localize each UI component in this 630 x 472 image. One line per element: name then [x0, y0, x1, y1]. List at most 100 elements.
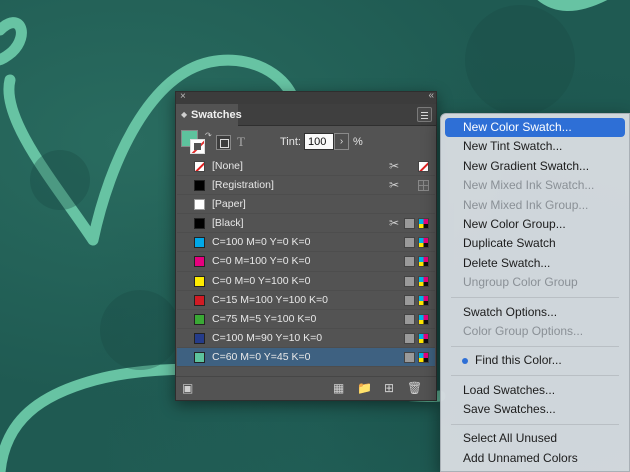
none-color-icon [418, 161, 429, 172]
menu-item-label: Save Swatches... [463, 402, 556, 417]
swatch-name: [None] [212, 160, 243, 172]
menu-item-label: Add Unnamed Colors [463, 450, 578, 465]
menu-item-label: New Mixed Ink Swatch... [463, 178, 595, 193]
menu-separator [451, 297, 619, 299]
menu-item-label: Load Swatches... [463, 382, 556, 397]
process-color-icon [404, 256, 415, 268]
formatting-text-icon[interactable]: T [237, 134, 245, 150]
swatch-row[interactable]: C=100 M=90 Y=10 K=0 [177, 329, 435, 348]
process-color-icon [404, 237, 415, 249]
delete-swatch-icon[interactable]: 🗑 [407, 382, 422, 394]
menu-item-label: New Color Group... [463, 216, 566, 231]
panel-menu-button[interactable] [417, 107, 432, 122]
non-editable-icon: ✂ [389, 216, 400, 231]
menu-separator [451, 375, 619, 377]
process-color-icon [404, 218, 415, 230]
menu-item-label: New Gradient Swatch... [463, 158, 590, 173]
swatch-row[interactable]: C=0 M=0 Y=100 K=0 [177, 272, 435, 291]
non-editable-icon: ✂ [389, 159, 400, 173]
process-color-icon [404, 294, 415, 306]
stroke-swatch[interactable] [190, 139, 205, 154]
menu-item-save-swatches[interactable]: Save Swatches... [445, 400, 625, 419]
panel-bottom-bar: ▣ ▦ 📁 ⊞ 🗑 [176, 376, 436, 400]
formatting-container-icon[interactable] [216, 135, 231, 150]
swatch-list: [None] ✂ [Registration] ✂ [Paper] [Black] ✂ C=1… [177, 157, 435, 373]
swatch-chip [194, 332, 205, 344]
process-color-icon [404, 351, 415, 363]
menu-item-load-swatches[interactable]: Load Swatches... [445, 381, 625, 400]
swatch-chip [194, 199, 205, 211]
swatch-name: [Registration] [212, 179, 274, 192]
process-color-icon [404, 313, 415, 325]
swap-fill-stroke-icon[interactable]: ↷ [205, 131, 212, 140]
tab-swatches[interactable]: ◆ Swatches [176, 104, 242, 126]
fill-stroke-control[interactable]: ↷ [181, 130, 212, 154]
swatch-row[interactable]: C=100 M=0 Y=0 K=0 [177, 233, 435, 253]
hamburger-line [421, 118, 428, 119]
hamburger-line [421, 115, 428, 116]
art-curve-top-left [0, 17, 27, 66]
menu-item-duplicate-swatch[interactable]: Duplicate Swatch [445, 234, 625, 253]
tab-reorder-icon: ◆ [181, 110, 188, 119]
menu-item-new-gradient-swatch[interactable]: New Gradient Swatch... [445, 157, 625, 176]
tint-label: Tint: [280, 136, 301, 148]
menu-item-add-unnamed-colors[interactable]: Add Unnamed Colors [445, 449, 625, 468]
swatch-chip [194, 161, 205, 172]
menu-item-new-mixed-ink-group: New Mixed Ink Group... [445, 196, 625, 215]
tab-swatches-label: Swatches [191, 109, 242, 121]
menu-item-label: Select All Unused [463, 431, 558, 446]
tint-input[interactable] [304, 133, 334, 150]
swatch-views-icon[interactable]: ▦ [333, 382, 344, 394]
swatches-panel: × « ◆ Swatches ↷ T Tint: › % [None]✂[Reg… [175, 90, 437, 401]
hamburger-icon [421, 112, 428, 113]
menu-item-label: Duplicate Swatch [463, 236, 556, 251]
menu-item-new-tint-swatch[interactable]: New Tint Swatch... [445, 137, 625, 156]
swatch-row[interactable]: C=0 M=100 Y=0 K=0 [177, 252, 435, 272]
menu-item-label: Ungroup Color Group [463, 275, 578, 290]
swatch-name: C=60 M=0 Y=45 K=0 [212, 350, 311, 363]
new-color-group-icon[interactable]: 📁 [357, 382, 372, 394]
swatch-name: C=0 M=100 Y=0 K=0 [212, 255, 311, 268]
menu-item-label: New Mixed Ink Group... [463, 197, 589, 212]
tint-stepper-button[interactable]: › [334, 133, 349, 150]
menu-item-label: Delete Swatch... [463, 255, 551, 270]
swatch-row[interactable]: C=15 M=100 Y=100 K=0 [177, 291, 435, 310]
new-swatch-icon[interactable]: ⊞ [384, 382, 394, 394]
collapse-panel-icon[interactable]: « [428, 90, 433, 101]
cmyk-mode-icon [418, 294, 429, 306]
panel-topbar: × « [176, 90, 436, 104]
menu-item-new-color-swatch[interactable]: New Color Swatch... [445, 118, 625, 138]
menu-item-label: New Color Swatch... [463, 120, 572, 134]
menu-item-new-mixed-ink-swatch: New Mixed Ink Swatch... [445, 176, 625, 195]
cmyk-mode-icon [418, 313, 429, 325]
menu-item-new-color-group[interactable]: New Color Group... [445, 215, 625, 234]
menu-item-swatch-options[interactable]: Swatch Options... [445, 303, 625, 322]
swatch-row[interactable]: [Paper] [177, 195, 435, 215]
swatch-row[interactable]: [Black] ✂ [177, 214, 435, 234]
cmyk-mode-icon [418, 237, 429, 249]
cmyk-mode-icon [418, 275, 429, 287]
menu-item-label: Color Group Options... [463, 323, 584, 338]
swatch-name: C=0 M=0 Y=100 K=0 [212, 274, 311, 287]
menu-item-label: Swatch Options... [463, 304, 558, 319]
swatch-name: C=100 M=90 Y=10 K=0 [212, 331, 323, 344]
panel-tabbar: ◆ Swatches [176, 104, 436, 126]
swatch-row[interactable]: [None] ✂ [177, 157, 435, 177]
process-color-icon [404, 275, 415, 287]
swatch-chip [194, 180, 205, 192]
menu-separator [451, 345, 619, 347]
swatch-row[interactable]: [Registration] ✂ [177, 176, 435, 196]
menu-item-delete-swatch[interactable]: Delete Swatch... [445, 254, 625, 273]
swatch-row[interactable]: C=75 M=5 Y=100 K=0 [177, 310, 435, 329]
swatch-chip [194, 256, 205, 268]
swatch-chip [194, 237, 205, 249]
swatch-row[interactable]: C=60 M=0 Y=45 K=0 [177, 347, 435, 368]
menu-item-ungroup-color-group: Ungroup Color Group [445, 273, 625, 292]
menu-item-find-this-color[interactable]: Find this Color... [445, 351, 625, 370]
process-color-icon [404, 332, 415, 344]
swatches-flyout-menu: New Color Swatch... New Tint Swatch... New… [440, 113, 630, 472]
show-swatch-kinds-icon[interactable]: ▣ [182, 382, 193, 394]
swatch-name: [Black] [212, 217, 244, 230]
close-panel-icon[interactable]: × [180, 91, 186, 102]
menu-item-select-all-unused[interactable]: Select All Unused [445, 429, 625, 448]
